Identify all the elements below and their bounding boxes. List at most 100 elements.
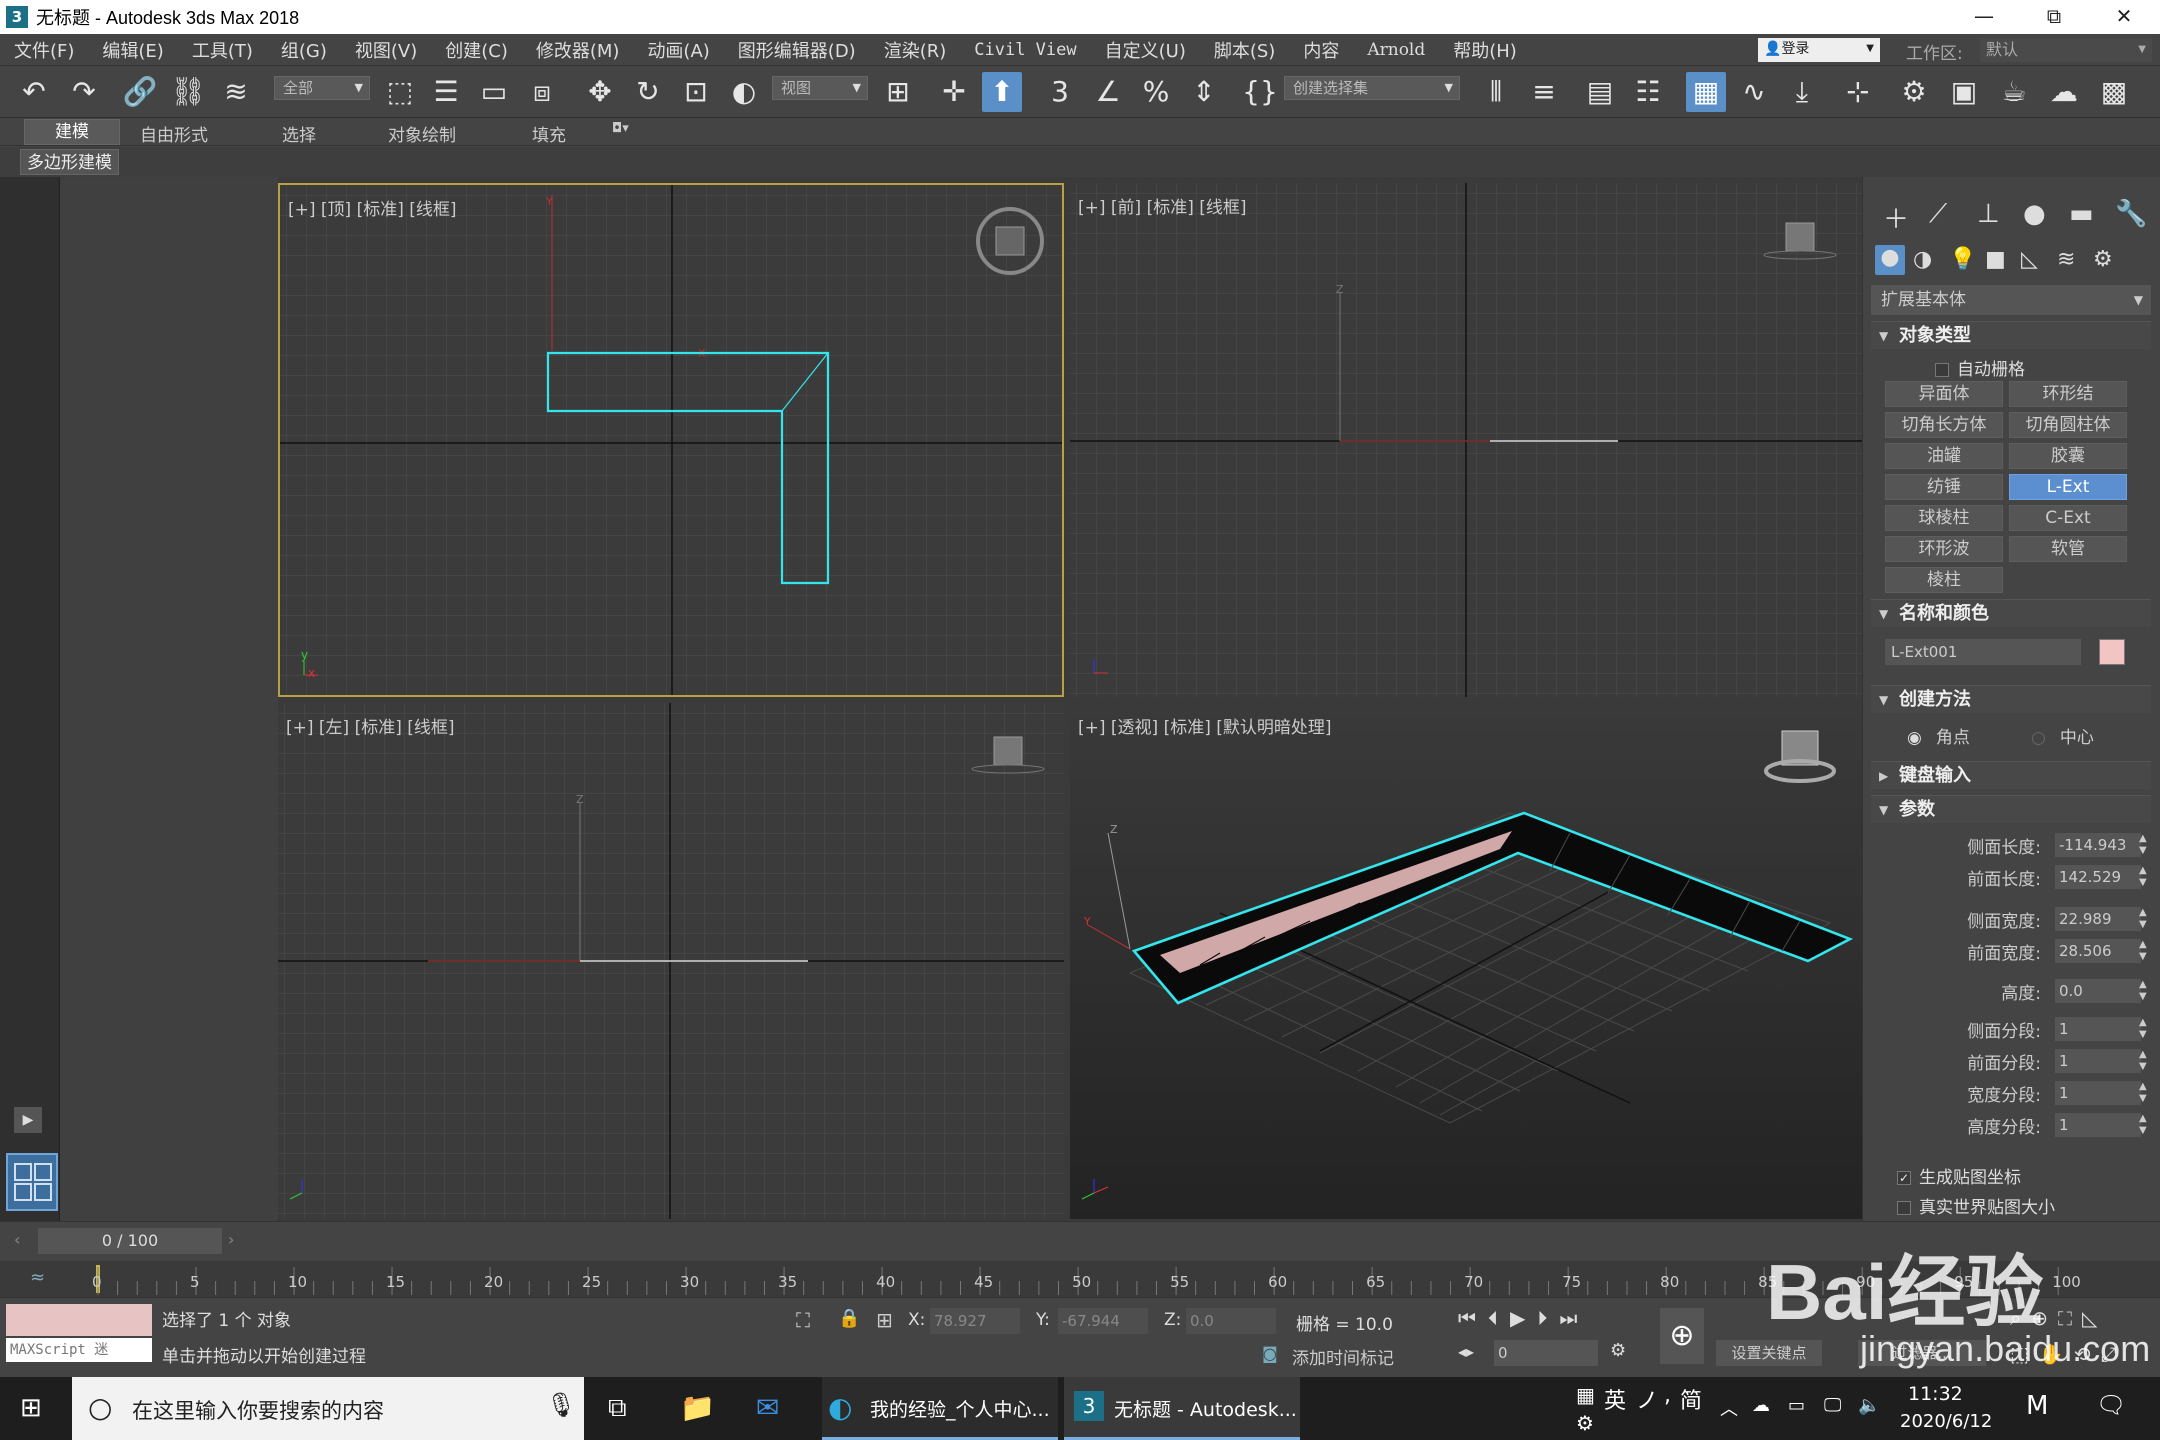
param-height-segs[interactable]: 高度分段: 1 ▲ ▼ [1877, 1111, 2147, 1139]
clock-time[interactable]: 11:32 [1908, 1383, 1963, 1405]
z-coord-field[interactable]: 0.0 [1186, 1308, 1276, 1334]
taskbar-edge-app[interactable]: ◐ 我的经验_个人中心... [822, 1377, 1058, 1440]
scene-explorer-icon[interactable]: ▤ [1580, 72, 1620, 112]
param-width-segs[interactable]: 宽度分段: 1 ▲ ▼ [1877, 1079, 2147, 1107]
prev-key-icon[interactable]: ⏴ [1488, 1306, 1510, 1330]
btn-gengon[interactable]: 球棱柱 [1885, 505, 2003, 531]
link-icon[interactable]: 🔗 [120, 72, 160, 112]
ribbon-options-icon[interactable]: ◘▾ [612, 121, 629, 136]
spinner-icon[interactable]: ▲ ▼ [2139, 979, 2147, 1003]
taskbar-search-box[interactable]: ○ 在这里输入你要搜索的内容 🎙 [72, 1377, 584, 1440]
menu-customize[interactable]: 自定义(U) [1105, 37, 1186, 63]
microphone-icon[interactable]: 🎙 [546, 1391, 576, 1419]
create-tab-icon[interactable]: ＋ [1883, 199, 1909, 236]
ribbon-tab-modeling[interactable]: 建模 [24, 119, 120, 145]
select-manipulate-icon[interactable]: ✛ [934, 72, 974, 112]
battery-icon[interactable]: ▭ [1788, 1395, 1805, 1416]
btn-chamfer-box[interactable]: 切角长方体 [1885, 412, 2003, 438]
keyboard-shortcut-toggle-icon[interactable]: ⬆ [982, 72, 1022, 112]
set-key-button-icon[interactable]: ⊕ [1660, 1308, 1704, 1364]
object-name-field[interactable]: L-Ext001 [1885, 639, 2081, 665]
ime-lang[interactable]: 英 [1604, 1383, 1626, 1415]
menu-help[interactable]: 帮助(H) [1453, 37, 1517, 63]
rollout-creation-method[interactable]: ▼ 创建方法 [1871, 685, 2151, 713]
window-crossing-icon[interactable]: ⧈ [522, 72, 562, 112]
param-value[interactable]: 0.0 [2055, 979, 2141, 1003]
file-explorer-icon[interactable]: 📁 [680, 1391, 715, 1424]
menu-content[interactable]: 内容 [1303, 37, 1339, 63]
param-value[interactable]: 1 [2055, 1081, 2141, 1105]
render-production-icon[interactable]: ☕ [1994, 72, 2034, 112]
param-value[interactable]: 1 [2055, 1049, 2141, 1073]
play-icon[interactable]: ▶ [1510, 1306, 1537, 1330]
auto-grid-checkbox[interactable]: 自动栅格 [1935, 355, 2025, 380]
spinner-icon[interactable]: ▲ ▼ [2139, 1081, 2147, 1105]
btn-hose[interactable]: 软管 [2009, 536, 2127, 562]
prev-frame-icon[interactable]: ‹ [14, 1230, 30, 1254]
viewport-left-label[interactable]: [+] [左] [标准] [线框] [286, 713, 455, 738]
orbit-icon[interactable]: ⟲ [2074, 1342, 2101, 1366]
btn-prism[interactable]: 棱柱 [1885, 567, 2003, 593]
spinner-icon[interactable]: ▲ ▼ [2139, 907, 2147, 931]
mail-icon[interactable]: ✉ [756, 1391, 779, 1424]
param-front-segs[interactable]: 前面分段: 1 ▲ ▼ [1877, 1047, 2147, 1075]
viewport-left[interactable]: Z [+] [左] [标准] [线框] [278, 703, 1064, 1219]
btn-oil-tank[interactable]: 油罐 [1885, 443, 2003, 469]
viewport-front[interactable]: Z [+] [前] [标准] [线框] [1070, 183, 1862, 697]
ime-punct-icon[interactable]: ノ [1636, 1383, 1658, 1415]
param-front-length[interactable]: 前面长度: 142.529 ▲ ▼ [1877, 863, 2147, 891]
zoom-region-icon[interactable]: ⬚ [2010, 1342, 2039, 1366]
rect-selection-icon[interactable]: ▭ [474, 72, 514, 112]
menu-arnold[interactable]: Arnold [1367, 40, 1425, 60]
menu-graph-editors[interactable]: 图形编辑器(D) [738, 37, 856, 63]
menu-file[interactable]: 文件(F) [14, 37, 74, 63]
param-side-width[interactable]: 侧面宽度: 22.989 ▲ ▼ [1877, 905, 2147, 933]
fov-icon[interactable]: ◺ [2082, 1306, 2107, 1330]
shapes-icon[interactable]: ◑ [1913, 247, 1932, 272]
mirror-icon[interactable]: ⫴ [1476, 72, 1516, 112]
param-value[interactable]: 22.989 [2055, 907, 2141, 931]
menu-modifiers[interactable]: 修改器(M) [536, 37, 620, 63]
pivot-center-icon[interactable]: ⊞ [878, 72, 918, 112]
render-setup-icon[interactable]: ⚙ [1894, 72, 1934, 112]
ime-settings-icon[interactable]: ⚙ [1576, 1411, 1594, 1435]
viewport-front-label[interactable]: [+] [前] [标准] [线框] [1078, 193, 1247, 218]
menu-civil-view[interactable]: Civil View [974, 40, 1076, 60]
hierarchy-tab-icon[interactable]: ⊥ [1977, 199, 2000, 229]
named-selection-dropdown[interactable]: 创建选择集 ▼ [1284, 76, 1460, 100]
maximize-button[interactable]: ⧉ [2022, 0, 2086, 34]
systems-icon[interactable]: ⚙ [2093, 247, 2113, 272]
modify-tab-icon[interactable]: ⟋ [1929, 199, 1947, 230]
radio-corners[interactable]: ◉ 角点 [1907, 723, 1970, 748]
param-value[interactable]: 1 [2055, 1113, 2141, 1137]
bind-spacewarp-icon[interactable]: ≋ [216, 72, 256, 112]
time-slider[interactable]: 0 / 100 [38, 1228, 222, 1254]
btn-torus-knot[interactable]: 环形结 [2009, 381, 2127, 407]
set-key-label[interactable]: 设置关键点 [1716, 1340, 1822, 1366]
next-frame-icon[interactable]: › [228, 1230, 244, 1254]
expand-layout-icon[interactable]: ▶ [14, 1107, 42, 1133]
btn-ringwave[interactable]: 环形波 [1885, 536, 2003, 562]
workspace-dropdown[interactable]: 默认 ▼ [1980, 38, 2152, 62]
viewport-perspective-label[interactable]: [+] [透视] [标准] [默认明暗处理] [1078, 713, 1332, 738]
viewport-perspective[interactable]: Z Y [+] [透视] [标准] [默认明暗处理] [1070, 703, 1862, 1219]
ime-grid-icon[interactable]: ▦ [1576, 1383, 1595, 1407]
select-by-name-icon[interactable]: ☰ [426, 72, 466, 112]
ref-coord-dropdown[interactable]: 视图 ▼ [772, 76, 868, 100]
pen-workspace-icon[interactable]: Ⅿ [2026, 1391, 2048, 1421]
pan-icon[interactable]: ✋ [2039, 1342, 2074, 1366]
menu-create[interactable]: 创建(C) [445, 37, 508, 63]
object-color-swatch[interactable] [2099, 639, 2125, 665]
onedrive-icon[interactable]: ☁ [1752, 1395, 1770, 1416]
poly-modeling-tab[interactable]: 多边形建模 [20, 149, 119, 175]
param-value[interactable]: 28.506 [2055, 939, 2141, 963]
param-side-segs[interactable]: 侧面分段: 1 ▲ ▼ [1877, 1015, 2147, 1043]
menu-group[interactable]: 组(G) [281, 37, 327, 63]
align-icon[interactable]: ≡ [1524, 72, 1564, 112]
lights-icon[interactable]: 💡 [1949, 247, 1976, 272]
ribbon-toggle-icon[interactable]: ▦ [1686, 72, 1726, 112]
viewport-layout-icon[interactable] [6, 1153, 58, 1211]
menu-rendering[interactable]: 渲染(R) [884, 37, 947, 63]
rotate-icon[interactable]: ↻ [628, 72, 668, 112]
task-view-icon[interactable]: ⧉ [608, 1393, 627, 1424]
